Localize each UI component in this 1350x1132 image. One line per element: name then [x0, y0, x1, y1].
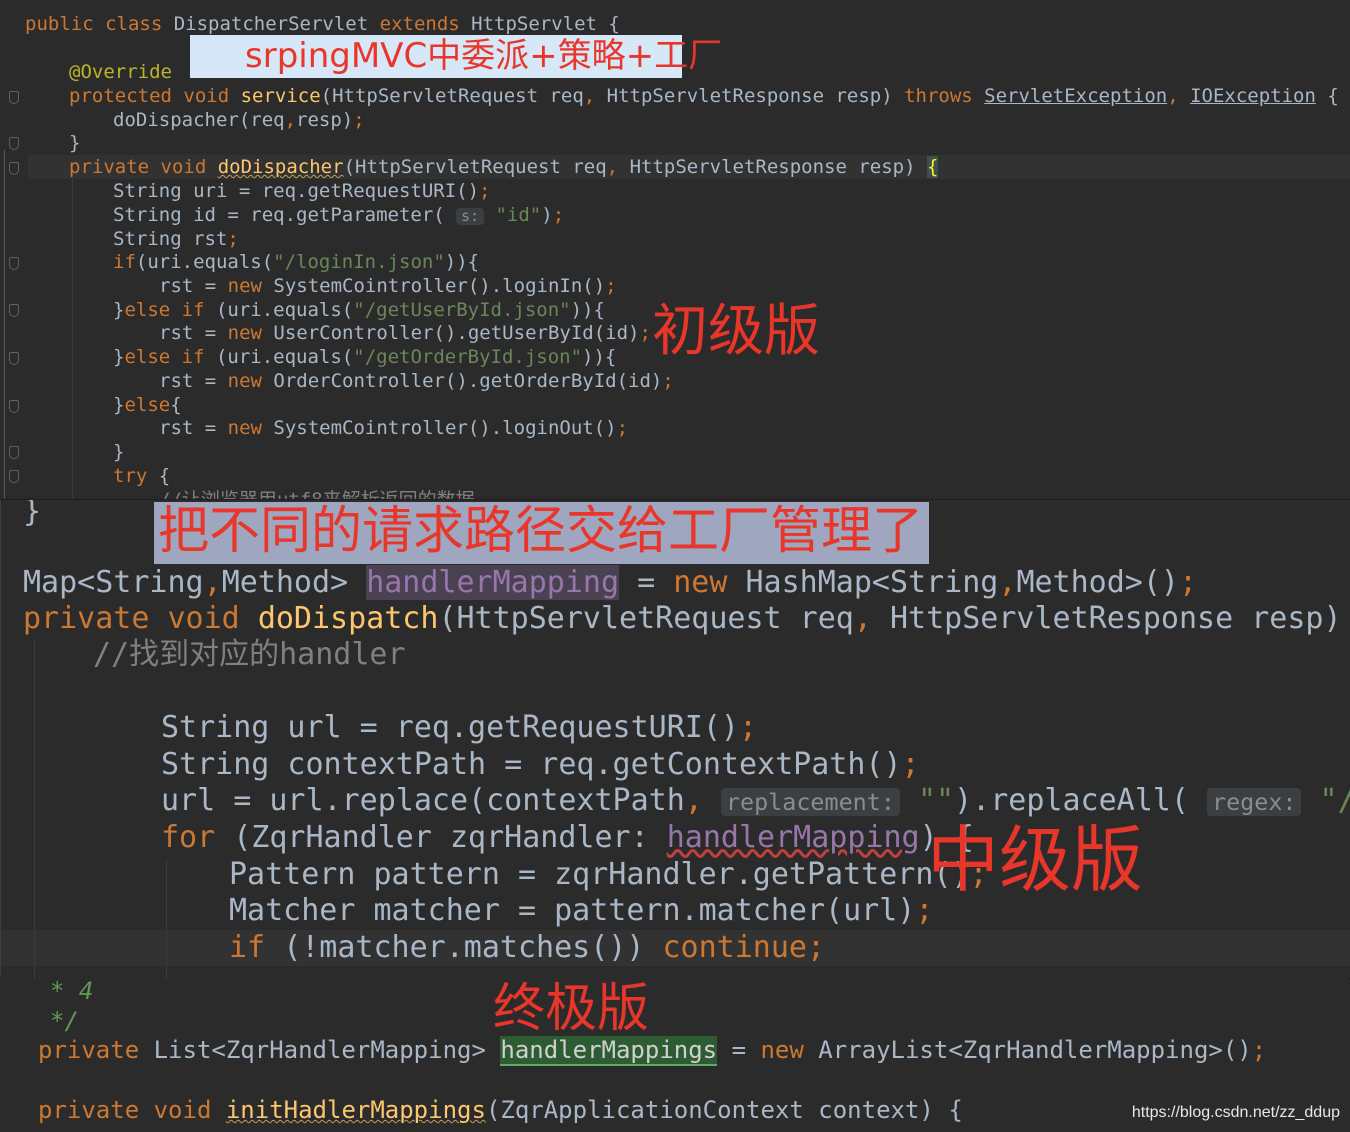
code-line[interactable]: String rst; — [113, 227, 239, 251]
code-line[interactable]: String uri = req.getRequestURI(); — [113, 179, 491, 203]
code-line[interactable]: String contextPath = req.getContextPath(… — [161, 747, 920, 783]
beginner-label: 初级版 — [652, 299, 820, 364]
factory-annotation: 把不同的请求路径交给工厂管理了 — [154, 502, 929, 564]
editor-panel-intermediate[interactable]: } Map<String,Method> handlerMapping = ne… — [0, 499, 1350, 980]
fold-marker-icon[interactable] — [9, 304, 19, 317]
fold-marker-icon[interactable] — [9, 257, 19, 270]
code-line[interactable]: Map<String,Method> handlerMapping = new … — [23, 565, 1197, 601]
indent-guide — [72, 178, 73, 499]
code-line[interactable]: @Override — [69, 60, 172, 84]
fold-marker-icon[interactable] — [9, 137, 19, 150]
code-line[interactable]: } — [113, 440, 124, 464]
code-line[interactable]: Pattern pattern = zqrHandler.getPattern(… — [229, 857, 988, 893]
editor-gutter — [0, 0, 28, 499]
code-line[interactable]: url = url.replace(contextPath, replaceme… — [161, 783, 1350, 820]
code-line[interactable]: } — [23, 500, 41, 530]
code-line[interactable]: private void doDispacher(HttpServletRequ… — [69, 155, 939, 179]
code-line[interactable]: protected void service(HttpServletReques… — [69, 84, 1339, 108]
intermediate-label: 中级版 — [927, 818, 1144, 902]
code-line[interactable]: }else if (uri.equals("/getOrderById.json… — [113, 345, 616, 369]
code-line[interactable]: }else{ — [113, 393, 182, 417]
code-line[interactable]: private void doDispatch(HttpServletReque… — [23, 601, 1350, 637]
code-line[interactable]: rst = new UserController().getUserById(i… — [159, 321, 651, 345]
watermark: https://blog.csdn.net/zz_ddup — [1131, 1104, 1340, 1121]
indent-guide — [166, 860, 167, 980]
fold-marker-icon[interactable] — [9, 470, 19, 483]
code-line[interactable]: for (ZqrHandler zqrHandler: handlerMappi… — [161, 820, 974, 856]
fold-marker-icon[interactable] — [9, 446, 19, 459]
editor-panel-beginner[interactable]: public class DispatcherServlet extends H… — [0, 0, 1350, 499]
code-line[interactable]: rst = new SystemCointroller().loginOut()… — [159, 416, 628, 440]
code-comment[interactable]: */ — [50, 1006, 79, 1036]
code-line[interactable]: rst = new SystemCointroller().loginIn(); — [159, 274, 617, 298]
code-line[interactable]: Matcher matcher = pattern.matcher(url); — [229, 893, 933, 929]
final-label: 终极版 — [493, 979, 650, 1039]
code-comment[interactable]: //找到对应的handler — [93, 637, 406, 673]
vcs-change-marker — [4, 150, 5, 499]
fold-marker-icon[interactable] — [9, 91, 19, 104]
code-comment[interactable]: * 4 — [50, 979, 93, 1006]
code-line[interactable]: try { — [113, 464, 170, 488]
code-line[interactable]: if (!matcher.matches()) continue; — [229, 930, 825, 966]
fold-marker-icon[interactable] — [9, 162, 19, 175]
fold-marker-icon[interactable] — [9, 400, 19, 413]
code-line[interactable]: String url = req.getRequestURI(); — [161, 710, 757, 746]
code-comment[interactable]: //让浏览器用utf8来解析返回的数据 — [159, 488, 475, 499]
indent-guide — [34, 640, 35, 980]
code-line[interactable]: rst = new OrderController().getOrderById… — [159, 369, 674, 393]
title-annotation: srpingMVC中委派+策略+工厂 — [190, 35, 722, 78]
code-line[interactable]: }else if (uri.equals("/getUserById.json"… — [113, 298, 605, 322]
code-line[interactable]: private void initHadlerMappings(ZqrAppli… — [38, 1095, 963, 1125]
code-line[interactable]: private List<ZqrHandlerMapping> handlerM… — [38, 1035, 1266, 1066]
editor-panel-final[interactable]: * 4 */ private List<ZqrHandlerMapping> h… — [0, 979, 1350, 1132]
code-line[interactable]: } — [69, 131, 80, 155]
code-line[interactable]: String id = req.getParameter( s: "id"); — [113, 203, 564, 229]
fold-marker-icon[interactable] — [9, 352, 19, 365]
code-line[interactable]: public class DispatcherServlet extends H… — [25, 12, 620, 36]
code-line[interactable]: doDispacher(req,resp); — [113, 108, 365, 132]
code-line[interactable]: if(uri.equals("/loginIn.json")){ — [113, 250, 479, 274]
